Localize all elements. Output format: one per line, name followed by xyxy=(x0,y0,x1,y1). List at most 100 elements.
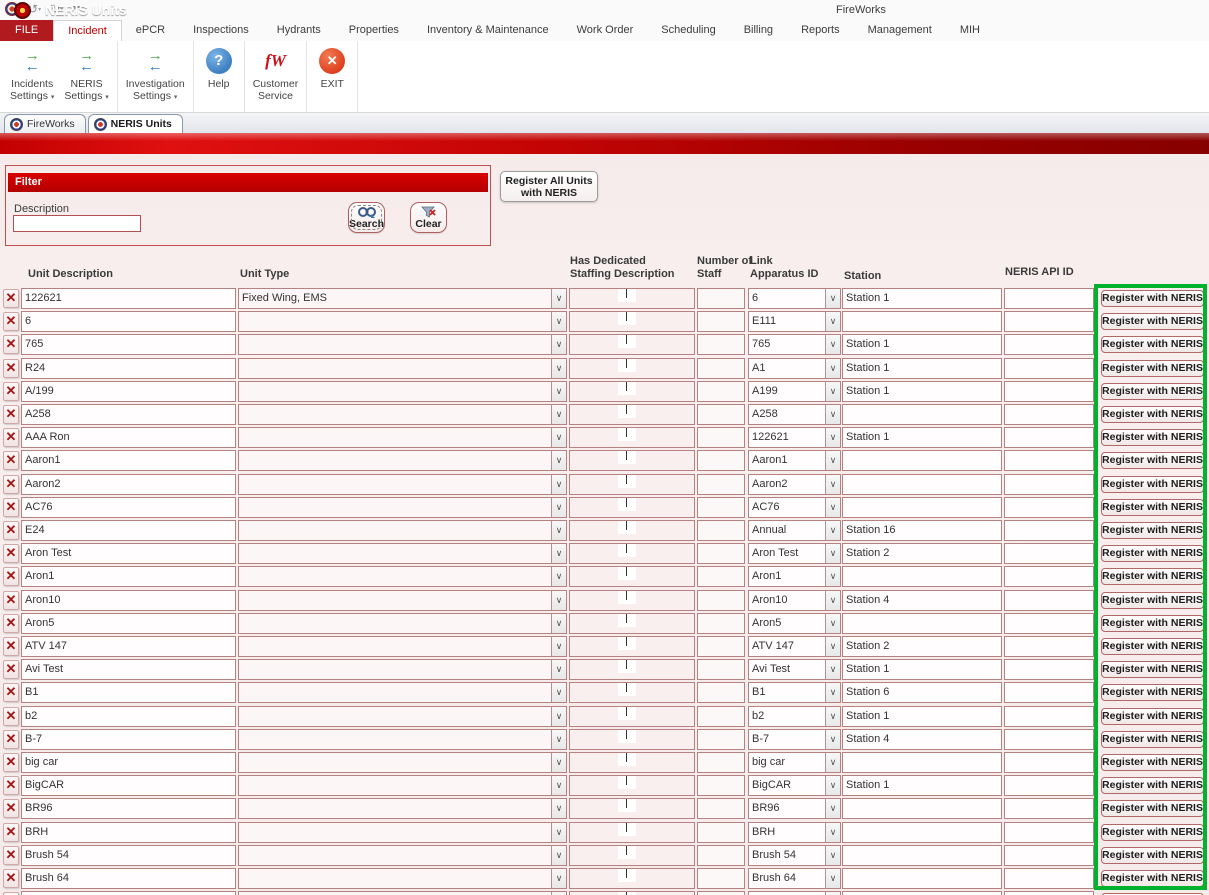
chevron-down-icon[interactable]: ∨ xyxy=(551,498,566,517)
unit-description-field[interactable]: 765 xyxy=(21,334,236,355)
delete-row-button[interactable]: ✕ xyxy=(3,405,19,424)
staffing-description-cell[interactable] xyxy=(569,497,695,518)
station-field[interactable]: Station 1 xyxy=(842,775,1002,796)
number-of-staff-field[interactable] xyxy=(697,404,745,425)
chevron-down-icon[interactable]: ∨ xyxy=(551,707,566,726)
chevron-down-icon[interactable]: ∨ xyxy=(551,799,566,818)
register-with-neris-button[interactable]: Register with NERIS xyxy=(1101,383,1204,400)
chevron-down-icon[interactable]: ∨ xyxy=(825,405,840,424)
delete-row-button[interactable]: ✕ xyxy=(3,567,19,586)
neris-api-id-field[interactable] xyxy=(1004,404,1094,425)
station-field[interactable]: Station 2 xyxy=(842,543,1002,564)
unit-description-field[interactable]: Brush 64 xyxy=(21,868,236,889)
delete-row-button[interactable]: ✕ xyxy=(3,614,19,633)
neris-api-id-field[interactable] xyxy=(1004,891,1094,895)
station-field[interactable] xyxy=(842,474,1002,495)
link-apparatus-dropdown[interactable]: ATV 147∨ xyxy=(748,636,841,657)
link-apparatus-dropdown[interactable]: Aron Test∨ xyxy=(748,543,841,564)
neris-api-id-field[interactable] xyxy=(1004,752,1094,773)
staffing-description-cell[interactable] xyxy=(569,427,695,448)
staffing-description-cell[interactable] xyxy=(569,404,695,425)
neris-api-id-field[interactable] xyxy=(1004,845,1094,866)
link-apparatus-dropdown[interactable]: BR96∨ xyxy=(748,798,841,819)
unit-type-dropdown[interactable]: ∨ xyxy=(238,682,567,703)
number-of-staff-field[interactable] xyxy=(697,752,745,773)
station-field[interactable]: Station 6 xyxy=(842,682,1002,703)
chevron-down-icon[interactable]: ∨ xyxy=(825,335,840,354)
staffing-description-cell[interactable] xyxy=(569,636,695,657)
station-field[interactable] xyxy=(842,497,1002,518)
unit-type-dropdown[interactable]: ∨ xyxy=(238,358,567,379)
register-with-neris-button[interactable]: Register with NERIS xyxy=(1101,847,1204,864)
delete-row-button[interactable]: ✕ xyxy=(3,312,19,331)
delete-row-button[interactable]: ✕ xyxy=(3,289,19,308)
link-apparatus-dropdown[interactable]: Aaron2∨ xyxy=(748,474,841,495)
station-field[interactable] xyxy=(842,752,1002,773)
unit-type-dropdown[interactable]: ∨ xyxy=(238,775,567,796)
station-field[interactable]: Station 1 xyxy=(842,334,1002,355)
unit-type-dropdown[interactable]: ∨ xyxy=(238,845,567,866)
neris-api-id-field[interactable] xyxy=(1004,358,1094,379)
neris-api-id-field[interactable] xyxy=(1004,311,1094,332)
staffing-description-cell[interactable] xyxy=(569,822,695,843)
unit-description-field[interactable]: BigCAR xyxy=(21,775,236,796)
chevron-down-icon[interactable]: ∨ xyxy=(551,614,566,633)
station-field[interactable]: Station 1 xyxy=(842,288,1002,309)
delete-row-button[interactable]: ✕ xyxy=(3,730,19,749)
delete-row-button[interactable]: ✕ xyxy=(3,591,19,610)
station-field[interactable]: Station 7 xyxy=(842,891,1002,895)
link-apparatus-dropdown[interactable]: big car∨ xyxy=(748,752,841,773)
unit-type-dropdown[interactable]: ∨ xyxy=(238,381,567,402)
station-field[interactable]: Station 1 xyxy=(842,659,1002,680)
unit-type-dropdown[interactable]: ∨ xyxy=(238,404,567,425)
unit-type-dropdown[interactable]: ∨ xyxy=(238,311,567,332)
number-of-staff-field[interactable] xyxy=(697,334,745,355)
chevron-down-icon[interactable]: ∨ xyxy=(825,683,840,702)
neris-api-id-field[interactable] xyxy=(1004,543,1094,564)
unit-description-field[interactable]: Aaron2 xyxy=(21,474,236,495)
unit-description-field[interactable]: A258 xyxy=(21,404,236,425)
link-apparatus-dropdown[interactable]: 765∨ xyxy=(748,334,841,355)
station-field[interactable] xyxy=(842,450,1002,471)
number-of-staff-field[interactable] xyxy=(697,427,745,448)
neris-api-id-field[interactable] xyxy=(1004,729,1094,750)
link-apparatus-dropdown[interactable]: 122621∨ xyxy=(748,427,841,448)
station-field[interactable]: Station 4 xyxy=(842,590,1002,611)
register-with-neris-button[interactable]: Register with NERIS xyxy=(1101,406,1204,423)
chevron-down-icon[interactable]: ∨ xyxy=(825,451,840,470)
delete-row-button[interactable]: ✕ xyxy=(3,846,19,865)
number-of-staff-field[interactable] xyxy=(697,636,745,657)
unit-description-field[interactable]: b2 xyxy=(21,706,236,727)
chevron-down-icon[interactable]: ∨ xyxy=(551,823,566,842)
number-of-staff-field[interactable] xyxy=(697,729,745,750)
chevron-down-icon[interactable]: ∨ xyxy=(551,405,566,424)
unit-description-field[interactable]: E100 xyxy=(21,891,236,895)
staffing-description-cell[interactable] xyxy=(569,311,695,332)
unit-type-dropdown[interactable]: ∨ xyxy=(238,334,567,355)
staffing-description-cell[interactable] xyxy=(569,729,695,750)
link-apparatus-dropdown[interactable]: B1∨ xyxy=(748,682,841,703)
unit-description-field[interactable]: Aron Test xyxy=(21,543,236,564)
station-field[interactable]: Station 2 xyxy=(842,636,1002,657)
register-with-neris-button[interactable]: Register with NERIS xyxy=(1101,638,1204,655)
staffing-description-cell[interactable] xyxy=(569,706,695,727)
delete-row-button[interactable]: ✕ xyxy=(3,683,19,702)
neris-api-id-field[interactable] xyxy=(1004,497,1094,518)
register-with-neris-button[interactable]: Register with NERIS xyxy=(1101,429,1204,446)
unit-type-dropdown[interactable]: ∨ xyxy=(238,868,567,889)
delete-row-button[interactable]: ✕ xyxy=(3,544,19,563)
delete-row-button[interactable]: ✕ xyxy=(3,428,19,447)
delete-row-button[interactable]: ✕ xyxy=(3,451,19,470)
chevron-down-icon[interactable]: ∨ xyxy=(825,289,840,308)
station-field[interactable]: Station 16 xyxy=(842,520,1002,541)
staffing-description-cell[interactable] xyxy=(569,613,695,634)
register-with-neris-button[interactable]: Register with NERIS xyxy=(1101,870,1204,887)
register-with-neris-button[interactable]: Register with NERIS xyxy=(1101,777,1204,794)
chevron-down-icon[interactable]: ∨ xyxy=(825,521,840,540)
unit-type-dropdown[interactable]: ∨ xyxy=(238,729,567,750)
delete-row-button[interactable]: ✕ xyxy=(3,753,19,772)
neris-api-id-field[interactable] xyxy=(1004,798,1094,819)
link-apparatus-dropdown[interactable]: Brush 64∨ xyxy=(748,868,841,889)
chevron-down-icon[interactable]: ∨ xyxy=(551,660,566,679)
register-with-neris-button[interactable]: Register with NERIS xyxy=(1101,313,1204,330)
